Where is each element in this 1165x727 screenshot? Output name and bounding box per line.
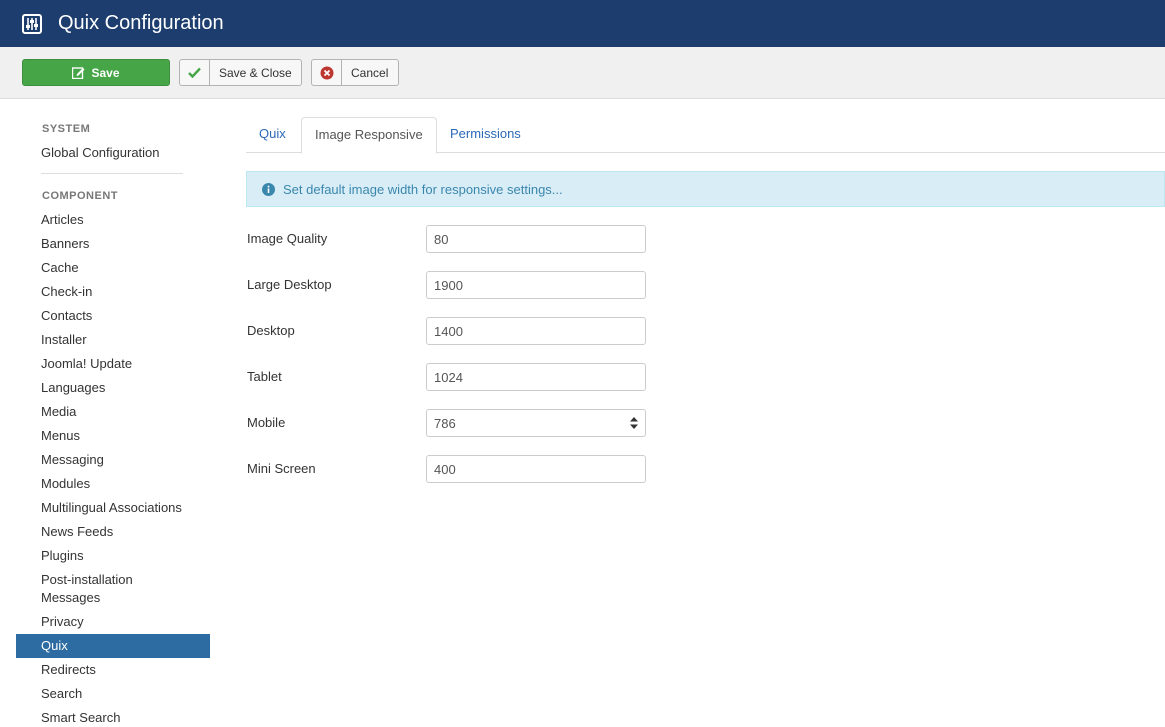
app-header: Quix Configuration (0, 0, 1165, 47)
sidebar-item-news-feeds[interactable]: News Feeds (16, 523, 210, 541)
desktop-label: Desktop (247, 323, 295, 338)
sidebar-item-menus[interactable]: Menus (16, 427, 210, 445)
sidebar-item-contacts[interactable]: Contacts (16, 307, 210, 325)
sidebar-item-global-configuration[interactable]: Global Configuration (16, 144, 210, 162)
number-spinner-icon[interactable] (629, 415, 639, 431)
save-label: Save (91, 65, 120, 80)
cancel-button[interactable]: Cancel (311, 59, 399, 86)
tab-image-responsive[interactable]: Image Responsive (301, 117, 437, 154)
sliders-icon (22, 13, 42, 34)
tab-bar: Quix Image Responsive Permissions (246, 117, 1165, 154)
sidebar-item-joomla-update[interactable]: Joomla! Update (16, 355, 210, 373)
mobile-input-value: 786 (434, 415, 456, 431)
tab-permissions[interactable]: Permissions (437, 117, 534, 153)
sidebar-item-plugins[interactable]: Plugins (16, 547, 210, 565)
mobile-label: Mobile (247, 415, 286, 430)
sidebar-divider (41, 173, 183, 174)
mini-screen-label: Mini Screen (247, 461, 316, 476)
checkmark-icon (180, 60, 210, 85)
image-quality-input[interactable]: 80 (426, 225, 646, 253)
sidebar-item-messaging[interactable]: Messaging (16, 451, 210, 469)
sidebar-item-cache[interactable]: Cache (16, 259, 210, 277)
mini-screen-input[interactable]: 400 (426, 455, 646, 483)
sidebar-item-privacy[interactable]: Privacy (16, 613, 210, 631)
large-desktop-input[interactable]: 1900 (426, 271, 646, 299)
sidebar-item-multilingual-associations[interactable]: Multilingual Associations (16, 499, 210, 517)
sidebar-heading-component: COMPONENT (42, 190, 118, 202)
save-close-label: Save & Close (219, 65, 292, 80)
save-button[interactable]: Save (22, 59, 170, 86)
sidebar-item-installer[interactable]: Installer (16, 331, 210, 349)
sidebar: SYSTEM Global Configuration COMPONENT Ar… (16, 99, 210, 727)
cancel-icon (312, 60, 342, 85)
large-desktop-label: Large Desktop (247, 277, 332, 292)
page-title: Quix Configuration (58, 12, 224, 34)
sidebar-item-redirects[interactable]: Redirects (16, 661, 210, 679)
sidebar-item-languages[interactable]: Languages (16, 379, 210, 397)
sidebar-item-smart-search[interactable]: Smart Search (16, 709, 210, 727)
sidebar-item-modules[interactable]: Modules (16, 475, 210, 493)
info-icon (262, 182, 275, 196)
sidebar-item-media[interactable]: Media (16, 403, 210, 421)
image-quality-label: Image Quality (247, 231, 328, 246)
tablet-label: Tablet (247, 369, 282, 384)
sidebar-item-check-in[interactable]: Check-in (16, 283, 210, 301)
tab-quix[interactable]: Quix (246, 117, 299, 153)
sidebar-item-articles[interactable]: Articles (16, 211, 210, 229)
sidebar-item-banners[interactable]: Banners (16, 235, 210, 253)
sidebar-heading-system: SYSTEM (42, 123, 91, 135)
mobile-input[interactable]: 786 (426, 409, 646, 437)
sidebar-item-search[interactable]: Search (16, 685, 210, 703)
edit-icon (72, 66, 85, 79)
desktop-input[interactable]: 1400 (426, 317, 646, 345)
info-alert-text: Set default image width for responsive s… (283, 181, 563, 197)
save-close-button[interactable]: Save & Close (179, 59, 302, 86)
tablet-input[interactable]: 1024 (426, 363, 646, 391)
sidebar-item-quix[interactable]: Quix (16, 634, 210, 658)
cancel-label: Cancel (351, 65, 389, 80)
sidebar-item-post-installation[interactable]: Post-installation (16, 571, 210, 589)
toolbar: Save Save & Close Cancel (0, 47, 1165, 99)
sidebar-item-post-installation-messages[interactable]: Messages (16, 589, 210, 607)
info-alert: Set default image width for responsive s… (246, 171, 1165, 207)
